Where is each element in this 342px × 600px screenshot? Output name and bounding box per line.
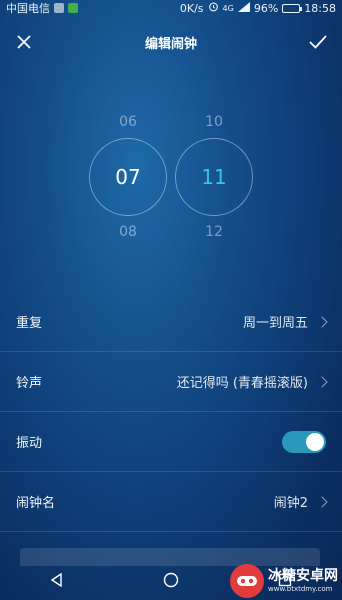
alarm-settings-list: 重复 周一到周五 铃声 还记得吗 (青春摇滚版) 振动 闹钟名 闹钟2 <box>0 292 342 532</box>
watermark-text: 冰糖安卓网 www.btxtdmy.com <box>268 568 338 593</box>
hour-selected[interactable]: 07 <box>89 138 167 216</box>
time-picker: 06 07 08 10 11 12 <box>0 108 342 248</box>
confirm-button[interactable] <box>306 30 330 54</box>
vibrate-row: 振动 <box>0 412 342 472</box>
hour-prev[interactable]: 06 <box>88 108 168 136</box>
status-bar: 中国电信 0K/s 4G 96% 18:58 <box>0 0 342 16</box>
close-icon <box>17 35 31 49</box>
watermark-name: 冰糖安卓网 <box>268 568 338 585</box>
vibrate-label: 振动 <box>16 436 43 451</box>
back-triangle-icon <box>50 572 62 588</box>
signal-icon <box>237 1 250 15</box>
repeat-row[interactable]: 重复 周一到周五 <box>0 292 342 352</box>
carrier-label: 中国电信 <box>6 2 50 15</box>
ringtone-value: 还记得吗 (青春摇滚版) <box>176 376 308 391</box>
page-title: 编辑闹钟 <box>144 36 197 52</box>
gallery-notification-icon <box>54 3 64 13</box>
clock: 18:58 <box>304 1 336 15</box>
alarm-status-icon <box>208 1 219 15</box>
network-speed: 0K/s <box>179 1 204 15</box>
close-button[interactable] <box>12 30 36 54</box>
repeat-label: 重复 <box>16 316 43 331</box>
ringtone-row[interactable]: 铃声 还记得吗 (青春摇滚版) <box>0 352 342 412</box>
status-left: 中国电信 <box>6 0 78 16</box>
chevron-right-icon <box>316 375 328 388</box>
alarm-name-row[interactable]: 闹钟名 闹钟2 <box>0 472 342 532</box>
hour-wheel[interactable]: 06 07 08 <box>88 108 168 246</box>
home-button[interactable] <box>159 568 183 592</box>
vibrate-toggle[interactable] <box>282 430 326 453</box>
minute-prev[interactable]: 10 <box>174 108 254 136</box>
minute-next[interactable]: 12 <box>174 218 254 246</box>
checkmark-icon <box>309 35 327 49</box>
status-right: 0K/s 4G 96% 18:58 <box>180 1 336 15</box>
minute-selected[interactable]: 11 <box>175 138 253 216</box>
home-circle-icon <box>163 572 179 588</box>
repeat-value: 周一到周五 <box>242 316 308 331</box>
minute-wheel[interactable]: 10 11 12 <box>174 108 254 246</box>
wechat-notification-icon <box>68 3 78 13</box>
back-button[interactable] <box>45 568 69 592</box>
network-type: 4G <box>222 3 234 13</box>
battery-icon <box>282 3 303 13</box>
battery-percent: 96% <box>253 1 279 15</box>
hour-next[interactable]: 08 <box>88 218 168 246</box>
ringtone-label: 铃声 <box>16 376 43 391</box>
alarm-name-label: 闹钟名 <box>16 496 56 511</box>
toggle-knob <box>306 432 324 451</box>
watermark: 冰糖安卓网 www.btxtdmy.com <box>230 564 338 598</box>
chevron-right-icon <box>316 315 328 328</box>
alarm-name-value: 闹钟2 <box>273 496 308 511</box>
toolbar: 编辑闹钟 <box>0 22 342 62</box>
chevron-right-icon <box>316 495 328 508</box>
watermark-url: www.btxtdmy.com <box>268 584 333 593</box>
watermark-logo-icon <box>230 564 264 598</box>
